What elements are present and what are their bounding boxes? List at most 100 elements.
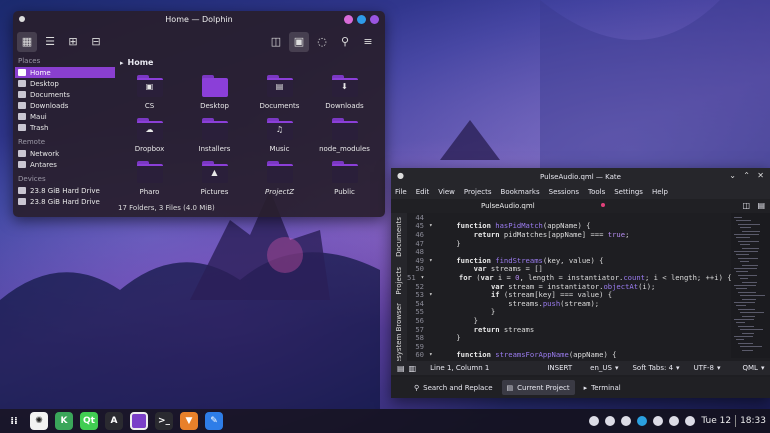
- indent-select[interactable]: Soft Tabs: 4: [632, 364, 673, 372]
- search-icon[interactable]: ⚲: [335, 32, 355, 52]
- remote-antares[interactable]: Antares: [15, 159, 115, 170]
- file-item[interactable]: ⬇ Downloads: [312, 73, 377, 116]
- device-drive-1[interactable]: 23.8 GiB Hard Drive: [15, 185, 115, 196]
- volume-icon[interactable]: [621, 416, 632, 426]
- dictionary-select[interactable]: en_US: [590, 364, 612, 372]
- menu-file[interactable]: File: [395, 188, 407, 196]
- place-documents[interactable]: Documents: [15, 89, 115, 100]
- kate-titlebar[interactable]: ● PulseAudio.qml — Kate ⌄ ⌃ ✕: [391, 168, 770, 185]
- tray-icon-2[interactable]: [605, 416, 616, 426]
- file-item[interactable]: ProjectZ: [247, 159, 312, 202]
- menu-help[interactable]: Help: [652, 188, 668, 196]
- window-menu-icon[interactable]: ●: [397, 171, 404, 180]
- file-item[interactable]: Desktop: [182, 73, 247, 116]
- taskbar-app-kdevelop-icon[interactable]: K: [55, 412, 73, 430]
- compact-view-icon[interactable]: ⊞: [63, 32, 83, 52]
- file-item[interactable]: Installers: [182, 116, 247, 159]
- input-mode[interactable]: INSERT: [547, 364, 572, 372]
- details-view-icon[interactable]: ☰: [40, 32, 60, 52]
- place-desktop[interactable]: Desktop: [15, 78, 115, 89]
- taskbar-app-editor-icon[interactable]: ✎: [205, 412, 223, 430]
- chevron-down-icon[interactable]: ▾: [717, 364, 721, 372]
- menu-bookmarks[interactable]: Bookmarks: [501, 188, 540, 196]
- side-tab-documents[interactable]: Documents: [395, 217, 403, 257]
- fold-marker-icon[interactable]: ▾: [429, 351, 439, 358]
- new-tab-icon[interactable]: ▤: [757, 201, 765, 210]
- fold-marker-icon[interactable]: ▾: [429, 291, 439, 298]
- tree-view-icon[interactable]: ⊟: [86, 32, 106, 52]
- network-icon: [18, 150, 26, 157]
- tray-icon-1[interactable]: [589, 416, 600, 426]
- taskbar-app-window-icon[interactable]: [130, 412, 148, 430]
- telegram-icon[interactable]: [637, 416, 648, 426]
- fold-marker-icon[interactable]: ▾: [429, 222, 439, 229]
- icons-view-icon[interactable]: ▦: [17, 31, 37, 52]
- file-item[interactable]: node_modules: [312, 116, 377, 159]
- taskbar-app-qtcreator-icon[interactable]: Qt: [80, 412, 98, 430]
- remote-network[interactable]: Network: [15, 148, 115, 159]
- minimap-line: [738, 342, 753, 344]
- menu-projects[interactable]: Projects: [464, 188, 492, 196]
- code-editor[interactable]: 44 45 ▾ function hasPidMatch(appName) {46 …: [407, 213, 732, 359]
- place-label: Maui: [30, 112, 47, 121]
- file-item[interactable]: ▣ CS: [117, 73, 182, 116]
- maximize-button[interactable]: [357, 15, 366, 24]
- file-item[interactable]: Public: [312, 159, 377, 202]
- syntax-select[interactable]: QML: [742, 364, 757, 372]
- place-home[interactable]: Home: [15, 67, 115, 78]
- minimize-button[interactable]: [344, 15, 353, 24]
- menu-edit[interactable]: Edit: [416, 188, 430, 196]
- chevron-down-icon[interactable]: ▾: [761, 364, 765, 372]
- expand-tray-icon[interactable]: [685, 416, 696, 426]
- chevron-down-icon[interactable]: ▾: [615, 364, 619, 372]
- folder-glyph: ☁: [145, 125, 154, 134]
- file-item[interactable]: ♫ Music: [247, 116, 312, 159]
- clock-time[interactable]: 18:33: [740, 416, 766, 426]
- split-view-icon[interactable]: ◫: [266, 32, 286, 52]
- hamburger-menu-icon[interactable]: ≡: [358, 32, 378, 52]
- place-maui[interactable]: Maui: [15, 111, 115, 122]
- file-item[interactable]: ▲ Pictures: [182, 159, 247, 202]
- device-drive-2[interactable]: 23.8 GiB Hard Drive: [15, 196, 115, 207]
- app-launcher-icon[interactable]: ⁞⁞: [5, 412, 23, 430]
- bluetooth-icon[interactable]: [653, 416, 664, 426]
- breadcrumb[interactable]: ▸ Home: [115, 55, 385, 70]
- file-item[interactable]: ☁ Dropbox: [117, 116, 182, 159]
- fold-marker-icon[interactable]: ▾: [429, 257, 439, 264]
- maximize-icon[interactable]: ⌃: [743, 171, 750, 180]
- place-downloads[interactable]: Downloads: [15, 100, 115, 111]
- terminal-button[interactable]: ▸ Terminal: [579, 380, 626, 395]
- tab-pulseaudio[interactable]: PulseAudio.qml: [481, 202, 535, 210]
- breadcrumb-home[interactable]: Home: [128, 58, 154, 67]
- chevron-down-icon[interactable]: ▾: [676, 364, 680, 372]
- close-button[interactable]: [370, 15, 379, 24]
- taskbar-app-terminal-icon[interactable]: >_: [155, 412, 173, 430]
- split-icon[interactable]: ◫: [742, 201, 750, 210]
- file-item[interactable]: ▤ Documents: [247, 73, 312, 116]
- dolphin-titlebar[interactable]: Home — Dolphin: [13, 11, 385, 28]
- place-trash[interactable]: Trash: [15, 122, 115, 133]
- side-tab-projects[interactable]: Projects: [395, 267, 403, 295]
- folder-glyph: ▤: [275, 82, 284, 91]
- search-replace-button[interactable]: ⚲ Search and Replace: [409, 380, 498, 395]
- minimize-icon[interactable]: ⌄: [729, 171, 736, 180]
- encoding-select[interactable]: UTF-8: [694, 364, 714, 372]
- close-icon[interactable]: ✕: [757, 171, 764, 180]
- taskbar-app-typography-icon[interactable]: A: [105, 412, 123, 430]
- menu-view[interactable]: View: [438, 188, 455, 196]
- preview-icon[interactable]: ▣: [289, 31, 309, 52]
- current-project-button[interactable]: ▤ Current Project: [501, 380, 575, 395]
- search-icon: ⚲: [414, 383, 420, 392]
- minimap[interactable]: [731, 213, 770, 358]
- file-item[interactable]: Pharo: [117, 159, 182, 202]
- hidden-files-icon[interactable]: ◌: [312, 32, 332, 52]
- menu-settings[interactable]: Settings: [614, 188, 643, 196]
- wifi-icon[interactable]: [669, 416, 680, 426]
- window-menu-icon[interactable]: [19, 16, 25, 22]
- taskbar-app-archive-icon[interactable]: ▼: [180, 412, 198, 430]
- taskbar-app-octopi-icon[interactable]: ✺: [30, 412, 48, 430]
- menu-tools[interactable]: Tools: [588, 188, 605, 196]
- clock-day[interactable]: Tue 12: [701, 416, 731, 426]
- cursor-position[interactable]: Line 1, Column 1: [430, 364, 489, 372]
- menu-sessions[interactable]: Sessions: [549, 188, 579, 196]
